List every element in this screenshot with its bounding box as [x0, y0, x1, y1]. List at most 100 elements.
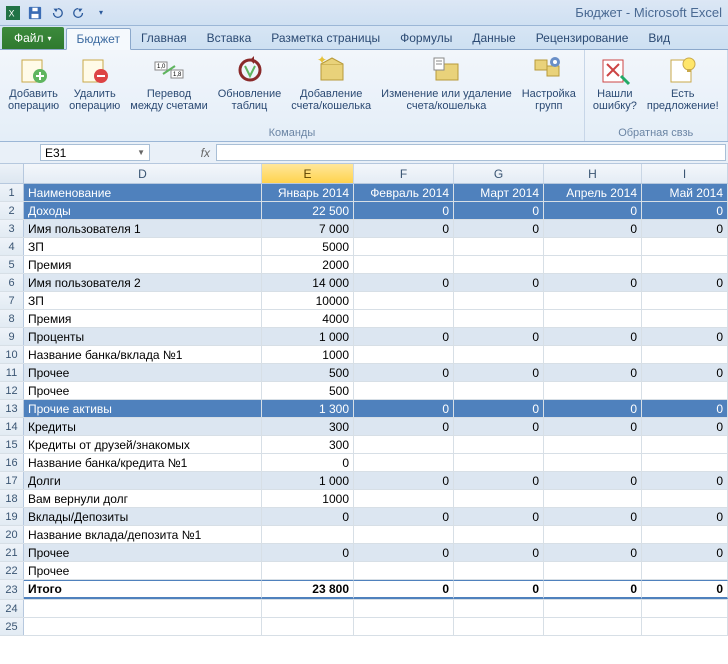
cell[interactable] — [262, 618, 354, 635]
cell[interactable]: 0 — [642, 202, 728, 219]
cell[interactable]: Январь 2014 — [262, 184, 354, 201]
row-header[interactable]: 20 — [0, 526, 24, 543]
cell[interactable] — [354, 526, 454, 543]
row-header[interactable]: 22 — [0, 562, 24, 579]
row-header[interactable]: 1 — [0, 184, 24, 201]
row-header[interactable]: 7 — [0, 292, 24, 309]
cell[interactable]: Кредиты от друзей/знакомых — [24, 436, 262, 453]
cell[interactable] — [454, 562, 544, 579]
tab-review[interactable]: Рецензирование — [526, 27, 639, 49]
cell[interactable] — [544, 618, 642, 635]
cell[interactable]: Кредиты — [24, 418, 262, 435]
cell[interactable]: Премия — [24, 310, 262, 327]
cell[interactable] — [642, 382, 728, 399]
cell[interactable]: 0 — [454, 544, 544, 561]
cell[interactable] — [454, 238, 544, 255]
cell[interactable] — [544, 562, 642, 579]
cell[interactable]: Прочее — [24, 544, 262, 561]
row-header[interactable]: 15 — [0, 436, 24, 453]
row-header[interactable]: 6 — [0, 274, 24, 291]
tab-layout[interactable]: Разметка страницы — [261, 27, 390, 49]
cell[interactable]: 0 — [454, 472, 544, 489]
cell[interactable]: 0 — [354, 364, 454, 381]
cell[interactable]: Вклады/Депозиты — [24, 508, 262, 525]
cell[interactable]: Прочее — [24, 364, 262, 381]
name-box[interactable]: E31 ▼ — [40, 144, 150, 161]
cell[interactable]: 1 000 — [262, 328, 354, 345]
cell[interactable] — [354, 600, 454, 617]
cell[interactable] — [354, 382, 454, 399]
cell[interactable]: 0 — [642, 580, 728, 599]
cell[interactable]: 0 — [544, 544, 642, 561]
table-row[interactable]: 16Название банка/кредита №10 — [0, 454, 728, 472]
row-header[interactable]: 17 — [0, 472, 24, 489]
cell[interactable]: 0 — [642, 472, 728, 489]
cell[interactable] — [354, 454, 454, 471]
row-header[interactable]: 2 — [0, 202, 24, 219]
cell[interactable]: Долги — [24, 472, 262, 489]
cell[interactable] — [454, 526, 544, 543]
col-header-G[interactable]: G — [454, 164, 544, 183]
cell[interactable]: Прочие активы — [24, 400, 262, 417]
cell[interactable] — [262, 600, 354, 617]
table-row[interactable]: 24 — [0, 600, 728, 618]
cell[interactable] — [642, 618, 728, 635]
row-header[interactable]: 14 — [0, 418, 24, 435]
cell[interactable]: Премия — [24, 256, 262, 273]
cell[interactable] — [354, 238, 454, 255]
cell[interactable]: 0 — [642, 544, 728, 561]
cell[interactable]: 0 — [354, 472, 454, 489]
row-header[interactable]: 4 — [0, 238, 24, 255]
table-row[interactable]: 14Кредиты3000000 — [0, 418, 728, 436]
cell[interactable]: 14 000 — [262, 274, 354, 291]
table-row[interactable]: 19Вклады/Депозиты00000 — [0, 508, 728, 526]
spreadsheet-grid[interactable]: 1НаименованиеЯнварь 2014Февраль 2014Март… — [0, 184, 728, 664]
row-header[interactable]: 13 — [0, 400, 24, 417]
row-header[interactable]: 21 — [0, 544, 24, 561]
cell[interactable] — [544, 454, 642, 471]
cell[interactable]: 0 — [544, 472, 642, 489]
table-row[interactable]: 15Кредиты от друзей/знакомых300 — [0, 436, 728, 454]
refresh-button[interactable]: Обновлениетаблиц — [216, 52, 284, 114]
cell[interactable]: 2000 — [262, 256, 354, 273]
cell[interactable] — [544, 238, 642, 255]
cell[interactable]: 0 — [642, 508, 728, 525]
cell[interactable] — [544, 292, 642, 309]
col-header-H[interactable]: H — [544, 164, 642, 183]
row-header[interactable]: 11 — [0, 364, 24, 381]
chevron-down-icon[interactable]: ▼ — [137, 148, 145, 157]
cell[interactable]: 1 300 — [262, 400, 354, 417]
cell[interactable]: 0 — [354, 544, 454, 561]
cell[interactable]: 0 — [642, 220, 728, 237]
cell[interactable]: 1000 — [262, 346, 354, 363]
cell[interactable]: Итого — [24, 580, 262, 599]
col-header-E[interactable]: E — [262, 164, 354, 183]
undo-icon[interactable] — [48, 4, 66, 22]
cell[interactable] — [354, 562, 454, 579]
row-header[interactable]: 9 — [0, 328, 24, 345]
cell[interactable]: 0 — [354, 328, 454, 345]
cell[interactable]: 0 — [454, 418, 544, 435]
cell[interactable]: 0 — [454, 328, 544, 345]
cell[interactable] — [544, 436, 642, 453]
table-row[interactable]: 8Премия4000 — [0, 310, 728, 328]
table-row[interactable]: 21Прочее00000 — [0, 544, 728, 562]
table-row[interactable]: 18Вам вернули долг1000 — [0, 490, 728, 508]
cell[interactable] — [544, 490, 642, 507]
cell[interactable] — [642, 310, 728, 327]
row-header[interactable]: 10 — [0, 346, 24, 363]
cell[interactable] — [354, 618, 454, 635]
table-row[interactable]: 9Проценты1 0000000 — [0, 328, 728, 346]
cell[interactable]: Название банка/кредита №1 — [24, 454, 262, 471]
table-row[interactable]: 6Имя пользователя 214 0000000 — [0, 274, 728, 292]
table-row[interactable]: 1НаименованиеЯнварь 2014Февраль 2014Март… — [0, 184, 728, 202]
cell[interactable]: 0 — [454, 274, 544, 291]
cell[interactable]: 5000 — [262, 238, 354, 255]
table-row[interactable]: 13Прочие активы1 3000000 — [0, 400, 728, 418]
table-row[interactable]: 12Прочее500 — [0, 382, 728, 400]
row-header[interactable]: 25 — [0, 618, 24, 635]
cell[interactable]: 0 — [454, 400, 544, 417]
cell[interactable]: 0 — [454, 202, 544, 219]
cell[interactable]: 0 — [354, 400, 454, 417]
cell[interactable] — [454, 292, 544, 309]
